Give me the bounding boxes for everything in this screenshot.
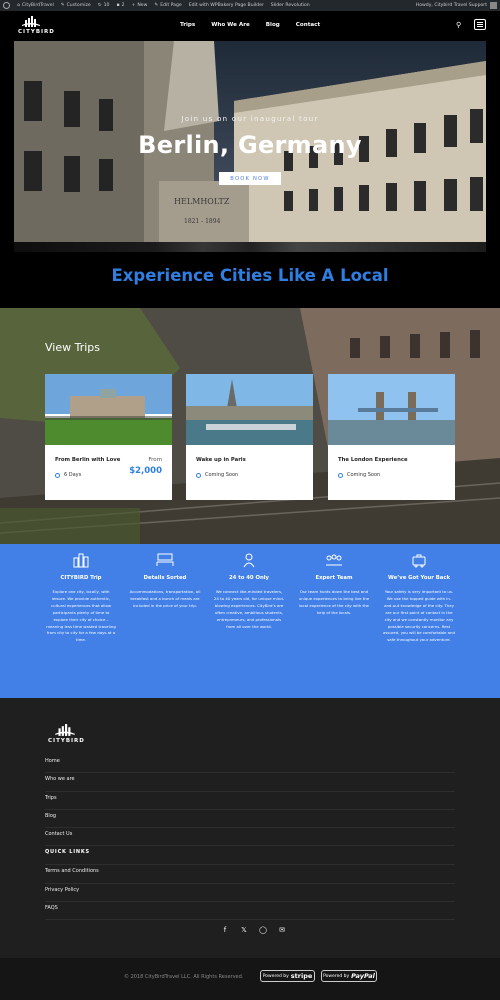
facebook-icon[interactable]: f [221, 926, 229, 934]
admin-account-menu[interactable]: Howdy, Citybird Travel Support [416, 2, 497, 9]
footer-link-contact-us[interactable]: Contact Us [45, 828, 455, 847]
footer-links: Home Who we are Trips Blog Contact Us QU… [45, 755, 455, 921]
nav-item-who-we-are[interactable]: Who We Are [211, 22, 250, 28]
trip-status: Coming Soon [196, 472, 238, 478]
trip-duration: 6 Days [55, 472, 81, 478]
admin-comments-link[interactable]: ▪ 2 [116, 3, 124, 8]
copyright-text: © 2018 CityBirdTravel LLC. All Rights Re… [124, 974, 244, 980]
trip-photo-berlin [45, 374, 172, 445]
paypal-badge: Powered by PayPal [321, 970, 377, 982]
site-footer: CITYBIRD Home Who we are Trips Blog Cont… [0, 698, 500, 958]
footer-link-privacy[interactable]: Privacy Policy [45, 884, 455, 903]
hero-slider: HELMHOLTZ 1821 - 1894 Join us on our ina… [14, 41, 486, 242]
section-tagline: Experience Cities Like A Local [111, 266, 389, 285]
nav-item-contact[interactable]: Contact [296, 22, 320, 28]
hero-subtitle: Join us on our inaugural tour [181, 114, 319, 123]
main-nav: Trips Who We Are Blog Contact [180, 22, 320, 28]
home-icon: ⌂ [17, 3, 20, 8]
wordpress-icon[interactable] [3, 2, 10, 9]
instagram-icon[interactable]: ◯ [259, 926, 267, 934]
trip-photo-london [328, 374, 455, 445]
feature-details-sorted: Details Sorted Accommodations, transport… [129, 552, 201, 610]
hamburger-menu-icon[interactable] [474, 19, 486, 30]
team-icon [326, 554, 342, 566]
admin-slider-link[interactable]: Slider Revolution [271, 3, 310, 8]
trip-photo-paris [186, 374, 313, 445]
admin-customize-link[interactable]: ✎ Customize [61, 3, 91, 8]
footer-link-faqs[interactable]: FAQS [45, 902, 455, 921]
footer-link-who-we-are[interactable]: Who we are [45, 773, 455, 792]
feature-age-range: 24 to 40 Only We connect like-minded tra… [213, 552, 285, 630]
features-section: CITYBIRD Trip Explore one city, locally,… [0, 544, 500, 698]
admin-new-link[interactable]: + New [132, 3, 148, 8]
trip-title: The London Experience [338, 457, 408, 463]
footer-link-blog[interactable]: Blog [45, 810, 455, 829]
pencil-icon: ✎ [154, 3, 159, 8]
admin-site-link[interactable]: ⌂ CityBirdTravel [17, 3, 54, 8]
clock-icon [338, 472, 343, 478]
plus-icon: + [131, 3, 136, 8]
logo-text: CITYBIRD [48, 738, 85, 744]
trip-card-london[interactable]: The London Experience Coming Soon [328, 374, 455, 500]
footer-logo[interactable]: CITYBIRD [48, 724, 85, 744]
trip-title: From Berlin with Love [55, 457, 121, 463]
hero-thumbnail-strip[interactable] [14, 242, 486, 252]
social-links: f 𝕏 ◯ ✉ [221, 926, 286, 934]
site-header: CITYBIRD Trips Who We Are Blog Contact ⚲ [0, 11, 500, 41]
admin-edit-page-link[interactable]: ✎ Edit Page [154, 3, 181, 8]
nav-item-trips[interactable]: Trips [180, 22, 195, 28]
trips-title: View Trips [45, 341, 100, 354]
avatar [490, 2, 497, 9]
brush-icon: ✎ [60, 3, 65, 8]
clock-icon [55, 472, 60, 478]
feature-citybird-trip: CITYBIRD Trip Explore one city, locally,… [45, 552, 117, 644]
footer-link-home[interactable]: Home [45, 755, 455, 774]
hero-title: Berlin, Germany [138, 131, 362, 159]
svg-text:HELMHOLTZ: HELMHOLTZ [174, 197, 230, 206]
bed-icon [156, 553, 174, 566]
trip-price: $2,000 [129, 466, 162, 476]
stripe-badge: Powered by stripe [260, 970, 315, 982]
feature-expert-team: Expert Team Our team hunts down the best… [298, 552, 370, 617]
trips-section: View Trips From Berlin with Love 6 Days … [0, 308, 500, 544]
quick-links-heading: QUICK LINKS [45, 846, 455, 866]
footer-bottom-bar: © 2018 CityBirdTravel LLC. All Rights Re… [0, 958, 500, 1000]
city-icon [73, 553, 89, 568]
site-logo[interactable]: CITYBIRD [18, 16, 55, 35]
admin-wpbakery-link[interactable]: Edit with WPBakery Page Builder [189, 3, 264, 8]
price-from-label: From [148, 457, 162, 463]
bird-logo-icon [55, 724, 75, 736]
trip-card-berlin[interactable]: From Berlin with Love 6 Days From $2,000 [45, 374, 172, 500]
email-icon[interactable]: ✉ [278, 926, 286, 934]
twitter-icon[interactable]: 𝕏 [240, 926, 248, 934]
luggage-icon [412, 554, 426, 568]
refresh-icon: ↻ [97, 3, 102, 8]
logo-text: CITYBIRD [18, 29, 55, 35]
person-icon [243, 553, 255, 568]
clock-icon [196, 472, 201, 478]
nav-item-blog[interactable]: Blog [266, 22, 280, 28]
search-icon[interactable]: ⚲ [456, 21, 461, 29]
book-now-button[interactable]: BOOK NOW [219, 172, 281, 185]
trip-title: Wake up in Paris [196, 457, 246, 463]
svg-text:1821 - 1894: 1821 - 1894 [184, 218, 221, 225]
bird-logo-icon [22, 16, 40, 27]
footer-link-trips[interactable]: Trips [45, 792, 455, 810]
footer-link-terms[interactable]: Terms and Conditions [45, 865, 455, 884]
admin-bar: ⌂ CityBirdTravel ✎ Customize ↻ 10 ▪ 2 + New ✎… [0, 0, 500, 11]
trip-status: Coming Soon [338, 472, 380, 478]
admin-updates-link[interactable]: ↻ 10 [98, 3, 110, 8]
comment-icon: ▪ [116, 3, 120, 8]
trip-card-paris[interactable]: Wake up in Paris Coming Soon [186, 374, 313, 500]
feature-safety: We’ve Got Your Back Your safety is very … [383, 552, 455, 644]
